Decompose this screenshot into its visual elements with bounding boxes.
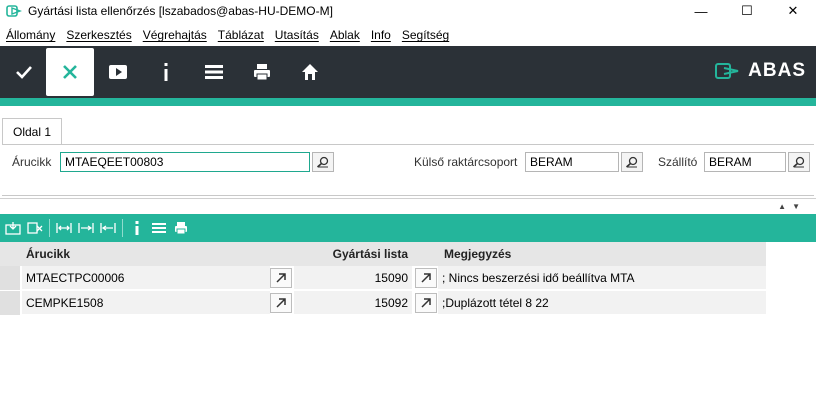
column-header-note[interactable]: Megjegyzés [438, 242, 766, 266]
logo-text: ABAS [748, 60, 806, 81]
expand-columns-button[interactable] [53, 216, 75, 240]
scroll-arrows[interactable]: ▲▼ [778, 202, 806, 211]
print-icon [254, 64, 270, 81]
arrow-up-right-icon [276, 298, 286, 308]
cell-production-list: 15092 [294, 291, 412, 315]
info-button[interactable] [142, 48, 190, 96]
print-button[interactable] [238, 48, 286, 96]
menu-edit[interactable]: Szerkesztés [66, 28, 131, 42]
article-link-button[interactable] [270, 293, 292, 313]
accent-band [0, 98, 816, 106]
print-icon [175, 222, 187, 235]
shrink-columns-button[interactable] [75, 216, 97, 240]
menu-file[interactable]: Állomány [6, 28, 55, 42]
home-icon [302, 64, 318, 80]
close-window-icon: ✕ [787, 3, 799, 18]
save-button[interactable] [0, 48, 48, 96]
tab-strip: Oldal 1 [0, 118, 816, 145]
check-icon [16, 66, 32, 79]
arrow-up-right-icon [421, 298, 431, 308]
table-menu-button[interactable] [148, 216, 170, 240]
abas-logo: ABAS [714, 60, 806, 82]
cancel-button[interactable] [46, 48, 94, 96]
cell-article: CEMPKE1508 [22, 291, 270, 315]
row-selector[interactable] [0, 266, 20, 290]
cell-note: ;Duplázott tétel 8 22 [438, 291, 766, 315]
menu-window[interactable]: Ablak [330, 28, 360, 42]
scroll-down-icon[interactable]: ▼ [792, 202, 806, 211]
list-link-button[interactable] [415, 268, 437, 288]
title-bar: Gyártási lista ellenőrzés [lszabados@aba… [0, 0, 816, 22]
expand-width-icon [56, 223, 72, 233]
execute-button[interactable] [94, 48, 142, 96]
article-link-button[interactable] [270, 268, 292, 288]
article-input[interactable]: MTAEQEET00803 [60, 152, 310, 172]
minimize-icon: — [694, 3, 708, 19]
warehouse-label: Külső raktárcsoport [414, 155, 518, 169]
info-icon [135, 221, 139, 235]
table-header: Árucikk Gyártási lista Megjegyzés [0, 242, 766, 266]
arrow-up-right-icon [421, 273, 431, 283]
menu-bar: Állomány Szerkesztés Végrehajtás Tábláza… [0, 24, 816, 46]
shrink-width-icon [78, 223, 94, 233]
cell-production-list: 15090 [294, 266, 412, 290]
insert-row-icon [5, 222, 21, 235]
close-icon [63, 65, 77, 79]
fit-columns-button[interactable] [97, 216, 119, 240]
cell-note: ; Nincs beszerzési idő beállítva MTA [438, 266, 766, 290]
table-toolbar [0, 214, 816, 242]
warehouse-lookup-button[interactable] [621, 152, 643, 172]
search-icon [316, 156, 329, 168]
row-selector[interactable] [0, 291, 20, 315]
table-print-button[interactable] [170, 216, 192, 240]
insert-row-button[interactable] [2, 216, 24, 240]
table-info-button[interactable] [126, 216, 148, 240]
arrow-up-right-icon [276, 273, 286, 283]
menu-info[interactable]: Info [371, 28, 391, 42]
supplier-label: Szállító [658, 155, 698, 169]
splitter[interactable] [0, 198, 816, 212]
search-icon [792, 156, 805, 168]
delete-row-icon [27, 222, 43, 234]
delete-row-button[interactable] [24, 216, 46, 240]
maximize-button[interactable]: ☐ [724, 0, 770, 22]
tab-page-1[interactable]: Oldal 1 [2, 118, 62, 145]
home-button[interactable] [286, 48, 334, 96]
table-row[interactable]: MTAECTPC00006 15090 ; Nincs beszerzési i… [0, 266, 766, 290]
menu-icon [152, 223, 166, 233]
article-lookup-button[interactable] [312, 152, 334, 172]
column-header-production-list[interactable]: Gyártási lista [294, 242, 412, 266]
list-menu-button[interactable] [190, 48, 238, 96]
menu-execute[interactable]: Végrehajtás [143, 28, 207, 42]
menu-help[interactable]: Segítség [402, 28, 449, 42]
menu-icon [205, 65, 223, 79]
info-icon [164, 63, 168, 81]
close-window-button[interactable]: ✕ [770, 0, 816, 22]
app-icon [6, 5, 22, 17]
cell-article: MTAECTPC00006 [22, 266, 270, 290]
main-toolbar: ABAS [0, 46, 816, 98]
supplier-lookup-button[interactable] [788, 152, 810, 172]
play-icon [109, 65, 127, 79]
minimize-button[interactable]: — [678, 0, 724, 22]
menu-command[interactable]: Utasítás [275, 28, 319, 42]
list-link-button[interactable] [415, 293, 437, 313]
abas-logo-icon [715, 63, 739, 79]
menu-table[interactable]: Táblázat [218, 28, 264, 42]
scroll-up-icon[interactable]: ▲ [778, 202, 792, 211]
fit-width-icon [100, 223, 116, 233]
supplier-input[interactable]: BERAM [704, 152, 786, 172]
maximize-icon: ☐ [741, 3, 753, 18]
column-header-article[interactable]: Árucikk [20, 242, 270, 266]
article-label: Árucikk [12, 155, 52, 169]
warehouse-input[interactable]: BERAM [525, 152, 619, 172]
search-icon [625, 156, 638, 168]
table-row[interactable]: CEMPKE1508 15092 ;Duplázott tétel 8 22 [0, 291, 766, 315]
header-form: Árucikk MTAEQEET00803 Külső raktárcsopor… [2, 144, 814, 196]
window-title: Gyártási lista ellenőrzés [lszabados@aba… [28, 4, 333, 18]
